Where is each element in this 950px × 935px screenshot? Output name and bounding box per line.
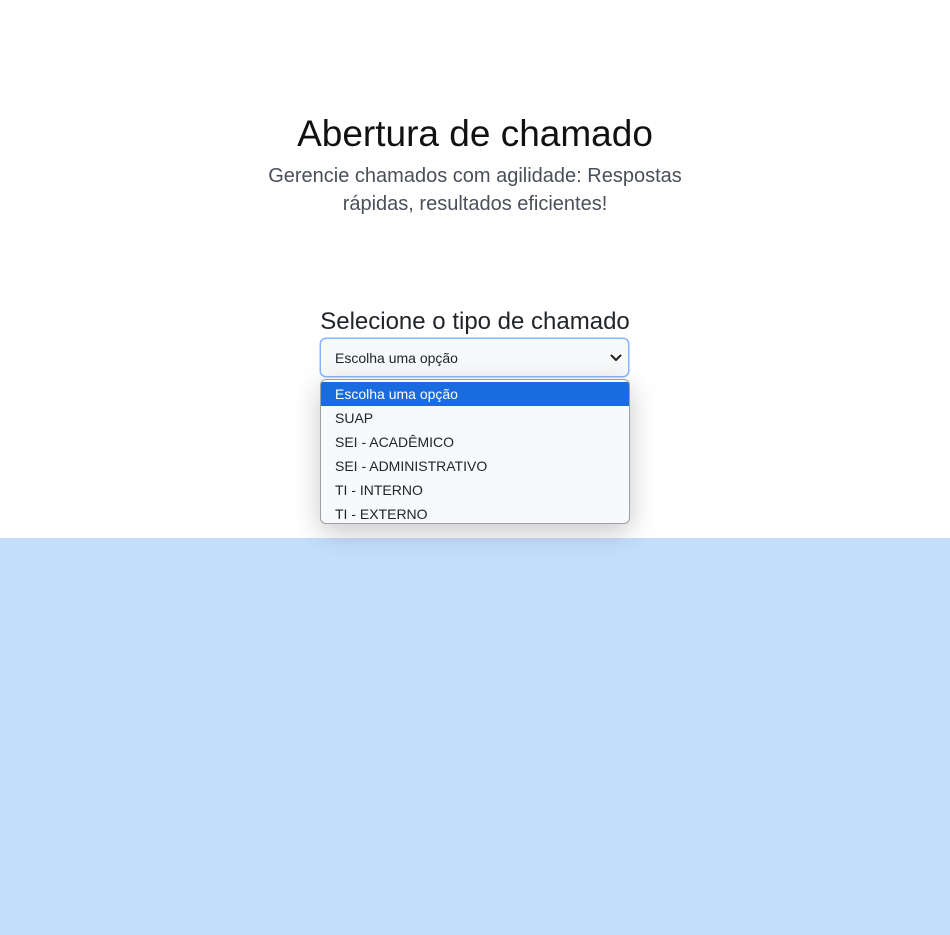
option-ti-interno[interactable]: TI - INTERNO (321, 478, 629, 502)
page-title: Abertura de chamado (297, 113, 653, 154)
bottom-section (0, 538, 950, 935)
ticket-type-label: Selecione o tipo de chamado (320, 308, 630, 335)
ticket-type-select[interactable]: Escolha uma opção (320, 338, 629, 377)
option-sei-academico[interactable]: SEI - ACADÊMICO (321, 430, 629, 454)
page-subtitle: Gerencie chamados com agilidade: Respost… (268, 165, 682, 215)
option-ti-externo[interactable]: TI - EXTERNO (321, 502, 629, 523)
option-sei-administrativo[interactable]: SEI - ADMINISTRATIVO (321, 454, 629, 478)
ticket-type-selected-value: Escolha uma opção (335, 350, 458, 366)
option-escolha-uma-opcao[interactable]: Escolha uma opção (321, 382, 629, 406)
chevron-down-icon (610, 354, 622, 361)
ticket-type-dropdown: Escolha uma opção SUAP SEI - ACADÊMICO S… (320, 379, 630, 524)
option-suap[interactable]: SUAP (321, 406, 629, 430)
